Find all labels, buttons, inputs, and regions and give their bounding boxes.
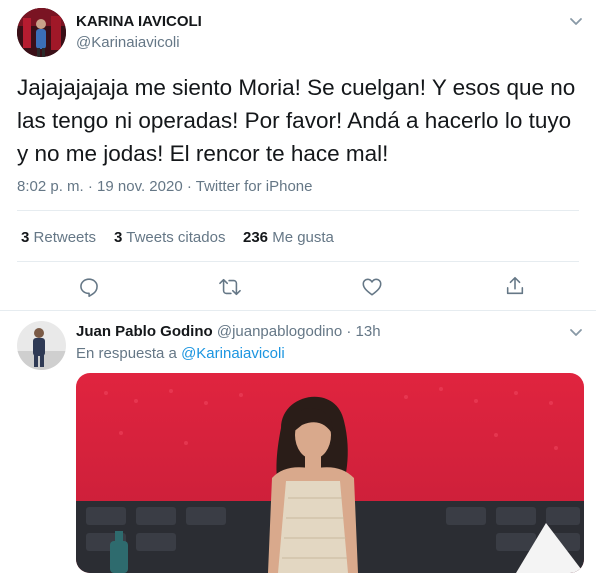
author-avatar[interactable] xyxy=(17,8,66,57)
reply-to-link[interactable]: @Karinaiavicoli xyxy=(181,345,285,362)
reply-author-handle[interactable]: @juanpablogodino xyxy=(217,323,342,340)
reply-icon[interactable] xyxy=(78,276,100,298)
likes-stat[interactable]: 236 Me gusta xyxy=(243,229,334,246)
divider xyxy=(17,261,579,262)
retweet-icon[interactable] xyxy=(218,276,242,298)
reply-media-image[interactable] xyxy=(76,373,584,573)
quotes-stat[interactable]: 3 Tweets citados xyxy=(114,229,225,246)
section-divider xyxy=(0,310,596,311)
retweets-count: 3 xyxy=(21,229,30,246)
retweets-stat[interactable]: 3 Retweets xyxy=(21,229,96,246)
tweet-text-line: las tengo ni operadas! Por favor! Andá a… xyxy=(17,108,572,133)
reply-header: Juan Pablo Godino @juanpablogodino · 13h xyxy=(76,323,381,340)
likes-count: 236 xyxy=(243,229,269,246)
tweet-text-line: Jajajajajaja me siento Moria! Se cuelgan… xyxy=(17,75,576,100)
meta-separator: · xyxy=(87,178,93,195)
reply-avatar[interactable] xyxy=(17,321,66,370)
divider xyxy=(17,210,579,211)
author-name[interactable]: KARINA IAVICOLI xyxy=(76,13,202,30)
quotes-count: 3 xyxy=(114,229,123,246)
reply-time[interactable]: 13h xyxy=(356,323,381,340)
meta-separator: · xyxy=(186,178,192,195)
tweet-text: Jajajajajaja me siento Moria! Se cuelgan… xyxy=(17,71,592,170)
reply-context: En respuesta a @Karinaiavicoli xyxy=(76,345,285,362)
tweet-time[interactable]: 8:02 p. m. xyxy=(17,178,84,195)
reply-separator: · xyxy=(346,323,352,340)
reply-author-name[interactable]: Juan Pablo Godino xyxy=(76,323,213,340)
quotes-label: Tweets citados xyxy=(126,229,226,246)
likes-label: Me gusta xyxy=(272,229,334,246)
tweet-source[interactable]: Twitter for iPhone xyxy=(196,178,313,195)
tweet-text-line: y no me jodas! El rencor te hace mal! xyxy=(17,141,389,166)
like-icon[interactable] xyxy=(361,276,383,298)
retweets-label: Retweets xyxy=(33,229,97,246)
reply-prefix: En respuesta a xyxy=(76,345,177,362)
tweet-meta: 8:02 p. m. · 19 nov. 2020 · Twitter for … xyxy=(17,178,312,195)
chevron-down-icon[interactable] xyxy=(569,325,583,343)
author-handle[interactable]: @Karinaiavicoli xyxy=(76,34,180,51)
tweet-date[interactable]: 19 nov. 2020 xyxy=(97,178,183,195)
share-icon[interactable] xyxy=(504,275,526,297)
chevron-down-icon[interactable] xyxy=(569,14,583,32)
